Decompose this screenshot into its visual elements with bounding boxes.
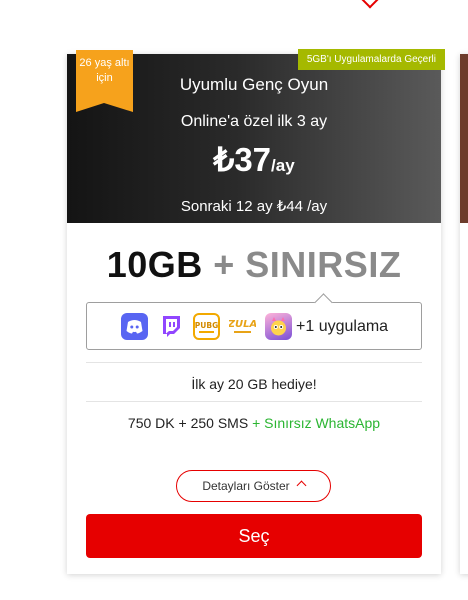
chevron-down-icon — [361, 0, 379, 9]
app-icons: PUBG ZULA — [121, 313, 292, 340]
data-plus: + — [213, 244, 235, 285]
age-badge: 26 yaş altı için — [76, 50, 133, 112]
whatsapp-text: + Sınırsız WhatsApp — [252, 415, 381, 431]
game-character-icon — [265, 313, 292, 340]
data-allowance: 10GB + SINIRSIZ — [67, 244, 441, 286]
price: ₺37/ay — [67, 140, 441, 179]
next-price-text: Sonraki 12 ay ₺44 /ay — [180, 198, 328, 215]
included-apps-box: PUBG ZULA +1 uygulama — [86, 293, 422, 350]
zula-mobile-icon: ZULA — [229, 313, 256, 340]
voice-sms-text: 750 DK + 250 SMS — [127, 415, 249, 431]
more-apps-label: +1 uygulama — [296, 318, 389, 335]
divider — [86, 401, 422, 402]
svg-text:ZULA: ZULA — [229, 319, 256, 330]
show-details-button[interactable]: Detayları Göster — [176, 470, 331, 502]
age-badge-label: 26 yaş altı için — [79, 57, 130, 84]
promo-badge: 5GB'ı Uygulamalarda Geçerli — [297, 49, 445, 70]
divider — [86, 362, 422, 363]
select-button[interactable]: Seç — [86, 514, 422, 558]
next-tariff-card[interactable] — [460, 54, 468, 574]
online-offer-text: Online'a özel ilk 3 ay — [180, 113, 328, 130]
data-unlimited: SINIRSIZ — [245, 244, 402, 285]
data-gb: 10GB — [106, 244, 203, 285]
discord-icon — [121, 313, 148, 340]
next-tariff-header — [460, 54, 468, 223]
tariff-card: Uyumlu Genç Oyun Online'a özel ilk 3 ay … — [67, 49, 445, 574]
pubg-mobile-icon: PUBG — [193, 313, 220, 340]
twitch-icon — [157, 313, 184, 340]
voice-sms-line: 750 DK + 250 SMS + Sınırsız WhatsApp — [67, 415, 441, 431]
gift-text: İlk ay 20 GB hediye! — [191, 376, 317, 392]
price-amount: ₺37 — [213, 141, 272, 178]
chevron-up-icon — [296, 480, 307, 491]
price-unit: /ay — [271, 156, 295, 175]
svg-text:PUBG: PUBG — [195, 321, 218, 330]
show-details-label: Detayları Göster — [202, 479, 290, 493]
